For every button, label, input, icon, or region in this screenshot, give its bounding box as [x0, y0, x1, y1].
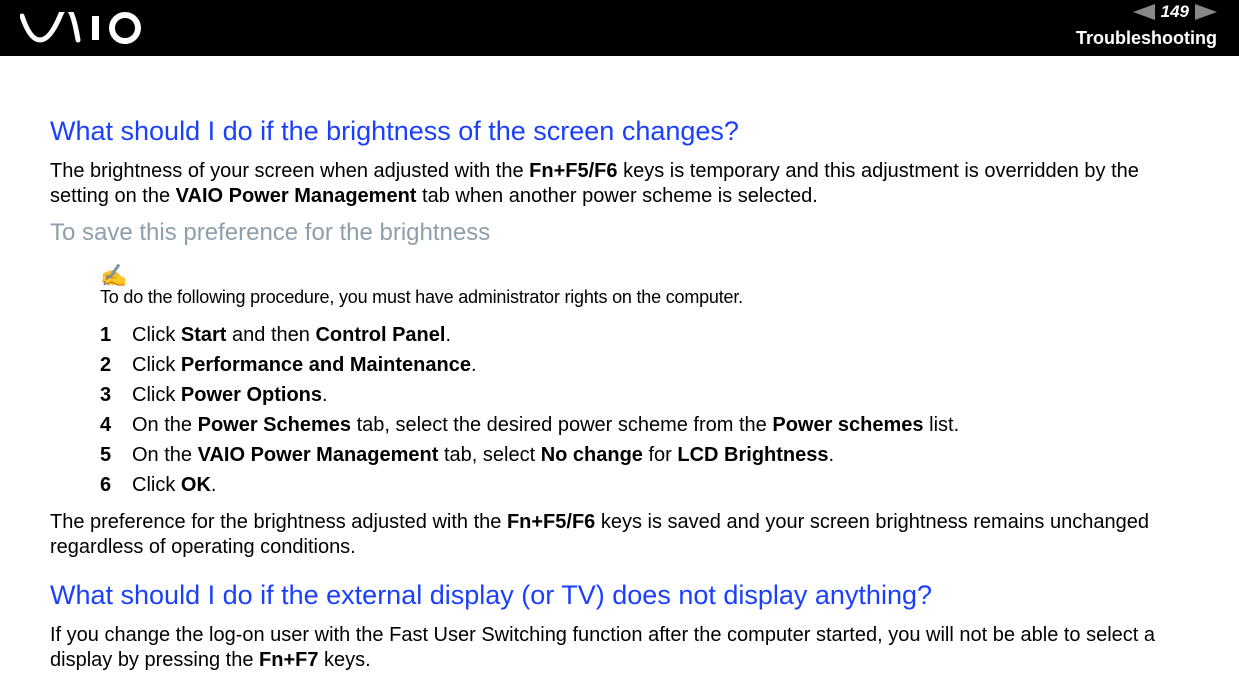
note-icon: ✍ — [100, 265, 1189, 287]
bold: Fn+F5/F6 — [507, 511, 595, 533]
step-text: Click Power Options. — [132, 380, 328, 410]
page-number: 149 — [1161, 2, 1189, 22]
step-row: 5 On the VAIO Power Management tab, sele… — [100, 440, 1189, 470]
subheading: To save this preference for the brightne… — [50, 219, 1189, 247]
step-list: 1 Click Start and then Control Panel. 2 … — [100, 320, 1189, 500]
step-number: 2 — [100, 350, 114, 380]
text: tab when another power scheme is selecte… — [416, 185, 817, 207]
nav-prev-icon[interactable] — [1133, 4, 1155, 20]
vaio-logo — [20, 12, 160, 44]
page-content: What should I do if the brightness of th… — [0, 56, 1239, 673]
text: keys. — [318, 649, 370, 671]
step-number: 6 — [100, 470, 114, 500]
page-nav: 149 — [1133, 2, 1217, 22]
bold: Fn+F5/F6 — [529, 160, 617, 182]
step-text: Click Performance and Maintenance. — [132, 350, 477, 380]
step-text: Click Start and then Control Panel. — [132, 320, 451, 350]
text: The brightness of your screen when adjus… — [50, 160, 529, 182]
q1-paragraph: The brightness of your screen when adjus… — [50, 159, 1189, 209]
question-heading-1: What should I do if the brightness of th… — [50, 116, 1189, 147]
bold: VAIO Power Management — [176, 185, 417, 207]
q2-paragraph: If you change the log-on user with the F… — [50, 623, 1189, 673]
text: The preference for the brightness adjust… — [50, 511, 507, 533]
step-text: On the VAIO Power Management tab, select… — [132, 440, 834, 470]
step-row: 6 Click OK. — [100, 470, 1189, 500]
text: If you change the log-on user with the F… — [50, 624, 1155, 671]
step-row: 1 Click Start and then Control Panel. — [100, 320, 1189, 350]
question-heading-2: What should I do if the external display… — [50, 580, 1189, 611]
step-number: 3 — [100, 380, 114, 410]
step-row: 3 Click Power Options. — [100, 380, 1189, 410]
step-number: 4 — [100, 410, 114, 440]
nav-next-icon[interactable] — [1195, 4, 1217, 20]
note-block: ✍ To do the following procedure, you mus… — [100, 265, 1189, 308]
step-text: On the Power Schemes tab, select the des… — [132, 410, 959, 440]
step-text: Click OK. — [132, 470, 216, 500]
step-number: 5 — [100, 440, 114, 470]
note-text: To do the following procedure, you must … — [100, 287, 1189, 308]
bold: Fn+F7 — [259, 649, 318, 671]
q1-closing: The preference for the brightness adjust… — [50, 510, 1189, 560]
step-row: 2 Click Performance and Maintenance. — [100, 350, 1189, 380]
step-row: 4 On the Power Schemes tab, select the d… — [100, 410, 1189, 440]
page-header: 149 Troubleshooting — [0, 0, 1239, 56]
step-number: 1 — [100, 320, 114, 350]
section-title: Troubleshooting — [1076, 28, 1217, 49]
